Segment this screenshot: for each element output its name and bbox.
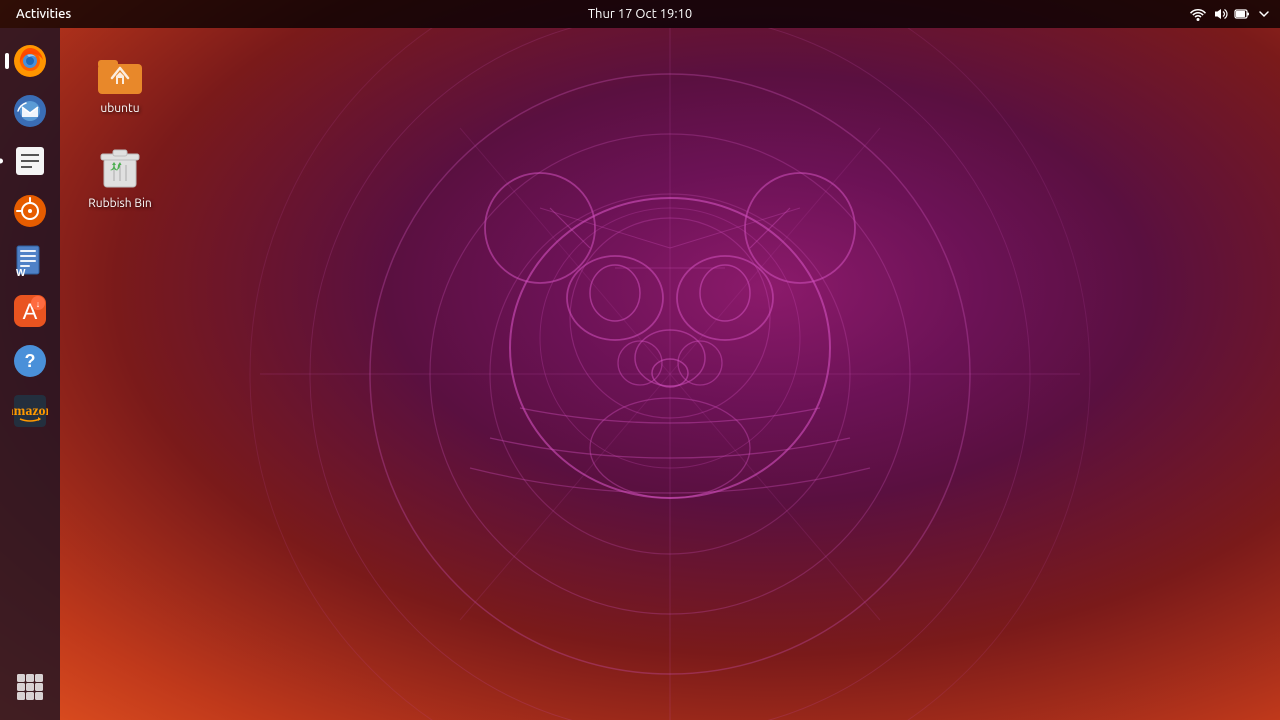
dock-item-firefox[interactable] <box>7 38 53 84</box>
activities-button[interactable]: Activities <box>8 0 79 28</box>
dock: W A ↓ ? amazon <box>0 28 60 720</box>
svg-text:W: W <box>16 268 26 279</box>
svg-text:?: ? <box>25 351 36 371</box>
dock-item-rhythmbox[interactable] <box>7 188 53 234</box>
dock-item-notes[interactable] <box>7 138 53 184</box>
desktop-icon-trash[interactable]: Rubbish Bin <box>75 133 165 218</box>
battery-icon[interactable] <box>1234 6 1250 22</box>
system-settings-icon[interactable] <box>1256 6 1272 22</box>
dock-item-appstore[interactable]: A ↓ <box>7 288 53 334</box>
clock: Thur 17 Oct 19:10 <box>588 7 692 21</box>
desktop-icon-home[interactable]: ubuntu <box>75 38 165 123</box>
system-tray <box>1190 6 1272 22</box>
app-grid-button[interactable] <box>7 664 53 710</box>
desktop-icon-trash-label: Rubbish Bin <box>88 197 151 210</box>
dock-item-amazon[interactable]: amazon <box>7 388 53 434</box>
desktop-icon-home-label: ubuntu <box>100 102 139 115</box>
active-indicator <box>5 53 9 69</box>
sound-icon[interactable] <box>1212 6 1228 22</box>
svg-text:↓: ↓ <box>36 299 41 309</box>
dock-item-thunderbird[interactable] <box>7 88 53 134</box>
top-panel: Activities Thur 17 Oct 19:10 <box>0 0 1280 28</box>
wallpaper-art <box>60 28 1280 720</box>
svg-text:amazon: amazon <box>12 404 48 419</box>
wifi-icon[interactable] <box>1190 6 1206 22</box>
dock-item-writer[interactable]: W <box>7 238 53 284</box>
desktop: Activities Thur 17 Oct 19:10 <box>0 0 1280 720</box>
desktop-icons: ubuntu <box>65 28 175 238</box>
dock-item-help[interactable]: ? <box>7 338 53 384</box>
